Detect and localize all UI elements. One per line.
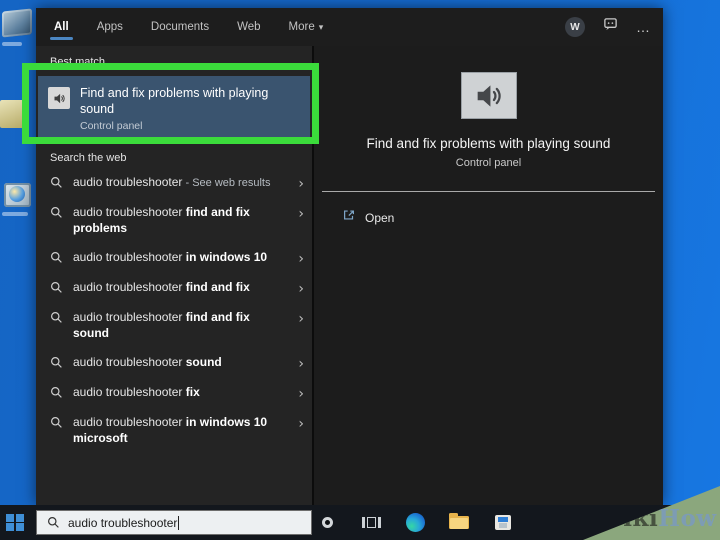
preview-divider [322,191,655,192]
desktop-icon-document[interactable] [0,100,24,128]
more-options-icon[interactable]: … [636,19,651,35]
suggestion-text: audio troubleshooter find and fix [73,280,287,296]
search-icon [50,281,63,294]
chevron-right-icon: › [298,205,304,221]
suggestion-text: audio troubleshooter in windows 10 [73,250,287,266]
preview-pane: Find and fix problems with playing sound… [314,46,663,505]
preview-title: Find and fix problems with playing sound [367,136,611,151]
preview-subtitle: Control panel [456,157,521,169]
open-label: Open [365,211,394,225]
search-suggestion[interactable]: audio troubleshooter - See web results › [36,168,312,198]
windows-logo-icon [6,514,24,532]
taskbar-search-value: audio troubleshooter [68,516,177,530]
chevron-right-icon: › [298,175,304,191]
open-action[interactable]: Open [342,208,394,227]
search-icon [50,416,63,429]
search-icon [47,516,60,529]
suggestion-text: audio troubleshooter find and fix sound [73,310,287,341]
chevron-right-icon: › [298,385,304,401]
tab-all[interactable]: All [52,11,71,43]
tab-more[interactable]: More▾ [287,11,326,43]
chevron-right-icon: › [298,355,304,371]
suggestion-list: audio troubleshooter - See web results›a… [36,168,312,454]
search-icon [50,311,63,324]
search-icon [50,206,63,219]
search-icon [50,251,63,264]
suggestion-text: audio troubleshooter find and fix proble… [73,205,287,236]
search-suggestion[interactable]: audio troubleshooter in windows 10 micro… [36,408,312,453]
user-avatar[interactable]: W [565,17,585,37]
taskbar-search-input[interactable]: audio troubleshooter [36,510,312,535]
chevron-right-icon: › [298,415,304,431]
search-suggestion[interactable]: audio troubleshooter find and fix proble… [36,198,312,243]
tab-documents[interactable]: Documents [149,11,211,43]
troubleshooter-speaker-icon-large [461,72,517,119]
desktop-icon-browser[interactable] [4,183,31,207]
annotation-highlight-box [22,63,319,144]
search-web-section-label: Search the web [36,142,312,168]
feedback-icon[interactable] [603,17,618,37]
suggestion-text: audio troubleshooter fix [73,385,287,401]
search-suggestion[interactable]: audio troubleshooter in windows 10 › [36,243,312,273]
chevron-right-icon: › [298,280,304,296]
store-icon [495,515,511,530]
search-icon [50,176,63,189]
desktop-icon-label [2,212,28,216]
tab-web[interactable]: Web [235,11,262,43]
suggestion-text: audio troubleshooter in windows 10 micro… [73,415,287,446]
chevron-right-icon: › [298,310,304,326]
desktop: All Apps Documents Web More▾ W … Best ma… [0,0,720,540]
search-suggestion[interactable]: audio troubleshooter sound › [36,348,312,378]
folder-icon [449,516,469,529]
edge-icon [406,513,425,532]
chevron-down-icon: ▾ [319,22,324,32]
start-button[interactable] [0,505,30,540]
search-icon [50,356,63,369]
suggestion-text: audio troubleshooter sound [73,355,287,371]
store-button[interactable] [492,505,514,540]
tab-apps[interactable]: Apps [95,11,125,43]
task-view-icon [362,517,381,528]
search-filter-tabs: All Apps Documents Web More▾ W … [36,8,663,46]
cortana-icon [322,517,333,528]
search-suggestion[interactable]: audio troubleshooter find and fix sound › [36,303,312,348]
search-suggestion[interactable]: audio troubleshooter find and fix › [36,273,312,303]
file-explorer-button[interactable] [448,505,470,540]
suggestion-text: audio troubleshooter - See web results [73,175,287,191]
edge-button[interactable] [404,505,426,540]
desktop-icon-computer[interactable] [2,8,32,37]
search-icon [50,386,63,399]
cortana-button[interactable] [316,505,338,540]
search-suggestion[interactable]: audio troubleshooter fix › [36,378,312,408]
chevron-right-icon: › [298,250,304,266]
desktop-icon-label [2,42,22,46]
text-cursor [178,516,179,530]
open-external-icon [342,208,356,227]
task-view-button[interactable] [360,505,382,540]
